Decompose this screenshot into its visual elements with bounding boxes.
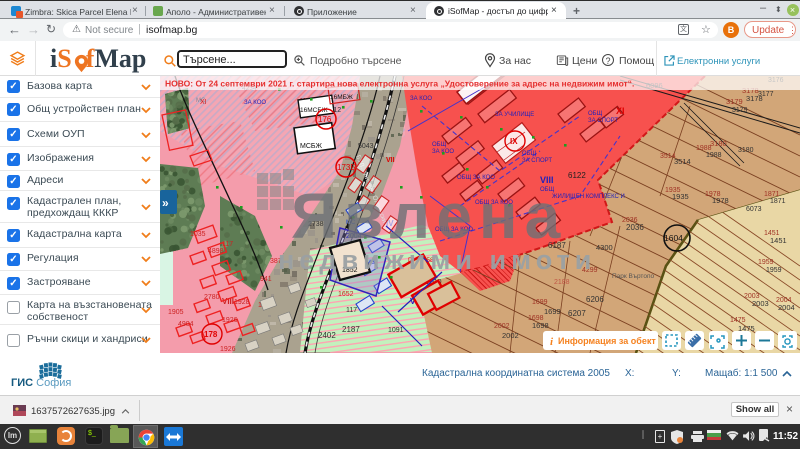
svg-text:6122: 6122 xyxy=(568,171,586,180)
svg-text:2002: 2002 xyxy=(502,331,519,340)
svg-text:недвижими имоти: недвижими имоти xyxy=(278,245,596,275)
svg-text:2402: 2402 xyxy=(318,331,336,340)
svg-text:1475: 1475 xyxy=(730,317,746,324)
svg-text:1871: 1871 xyxy=(770,198,786,205)
svg-text:IX: IX xyxy=(510,137,518,146)
svg-text:1905: 1905 xyxy=(168,309,184,316)
svg-text:2036: 2036 xyxy=(626,223,644,232)
svg-text:4300: 4300 xyxy=(596,243,613,252)
svg-text:1959: 1959 xyxy=(766,267,782,274)
svg-text:1698: 1698 xyxy=(532,321,549,330)
svg-text:6207: 6207 xyxy=(568,309,586,318)
svg-text:2002: 2002 xyxy=(494,323,510,330)
svg-text:2188: 2188 xyxy=(554,279,570,286)
svg-text:1604: 1604 xyxy=(664,233,683,243)
svg-text:2187: 2187 xyxy=(342,325,360,334)
svg-text:1928: 1928 xyxy=(234,299,250,306)
svg-text:1978: 1978 xyxy=(712,196,729,205)
svg-text:ЗА КОО: ЗА КОО xyxy=(244,100,266,106)
svg-text:1652: 1652 xyxy=(338,291,354,298)
svg-text:16МБЖ: 16МБЖ xyxy=(330,94,353,101)
svg-text:2780: 2780 xyxy=(204,294,220,301)
svg-text:1926: 1926 xyxy=(222,317,238,324)
svg-text:3180: 3180 xyxy=(710,139,727,148)
svg-text:941: 941 xyxy=(260,276,272,283)
svg-text:3178: 3178 xyxy=(746,94,763,103)
svg-text:4904: 4904 xyxy=(178,321,194,328)
svg-text:176: 176 xyxy=(318,115,332,124)
svg-text:178: 178 xyxy=(204,330,218,339)
svg-text:3514: 3514 xyxy=(674,157,691,166)
svg-text:Явлена: Явлена xyxy=(291,180,567,252)
svg-text:НОВО: От 24 септември 2021 г.: НОВО: От 24 септември 2021 г. стартира н… xyxy=(165,79,634,89)
svg-text:1699: 1699 xyxy=(544,307,561,316)
svg-text:XI: XI xyxy=(616,106,625,116)
svg-text:3179: 3179 xyxy=(732,107,748,114)
svg-text:3179: 3179 xyxy=(726,97,743,106)
svg-text:1926: 1926 xyxy=(220,346,236,353)
svg-text:6206: 6206 xyxy=(586,295,604,304)
svg-text:117: 117 xyxy=(346,307,357,314)
svg-text:ЗА СПОРТ: ЗА СПОРТ xyxy=(588,118,618,124)
svg-text:5043: 5043 xyxy=(358,143,374,150)
svg-text:2003: 2003 xyxy=(752,299,769,308)
svg-text:173Б: 173Б xyxy=(337,163,356,172)
svg-text:ЗА СПОРТ: ЗА СПОРТ xyxy=(522,158,552,164)
svg-text:1699: 1699 xyxy=(532,299,548,306)
svg-text:4898: 4898 xyxy=(208,248,224,255)
svg-text:ОБЩ: ОБЩ xyxy=(588,111,603,117)
svg-text:6073: 6073 xyxy=(746,206,762,213)
svg-text:2004: 2004 xyxy=(778,303,795,312)
svg-text:ОБЩ: ОБЩ xyxy=(522,151,537,157)
svg-text:XI: XI xyxy=(200,99,207,106)
svg-text:3180: 3180 xyxy=(738,147,754,154)
svg-text:1091: 1091 xyxy=(388,327,404,334)
svg-text:ЗА УЧИЛИЩЕ: ЗА УЧИЛИЩЕ xyxy=(495,112,534,118)
svg-text:»: » xyxy=(162,196,169,210)
svg-text:1871: 1871 xyxy=(764,191,780,198)
svg-text:МСБЖ: МСБЖ xyxy=(300,143,322,150)
svg-text:Информация за обект: Информация за обект xyxy=(558,336,656,346)
svg-text:ОБЩ: ОБЩ xyxy=(432,142,447,148)
svg-text:1935: 1935 xyxy=(672,192,689,201)
svg-text:ЗА КОО: ЗА КОО xyxy=(410,96,432,102)
svg-text:1035: 1035 xyxy=(190,231,206,238)
svg-text:VII: VII xyxy=(386,157,395,164)
svg-text:1988: 1988 xyxy=(696,145,712,152)
svg-text:16МСБЖ: 16МСБЖ xyxy=(300,107,328,114)
svg-text:117: 117 xyxy=(222,241,233,248)
svg-text:1451: 1451 xyxy=(770,236,787,245)
svg-text:1988: 1988 xyxy=(706,152,722,159)
svg-text:1959: 1959 xyxy=(758,259,774,266)
svg-text:Парк Въртопо: Парк Въртопо xyxy=(612,273,654,280)
